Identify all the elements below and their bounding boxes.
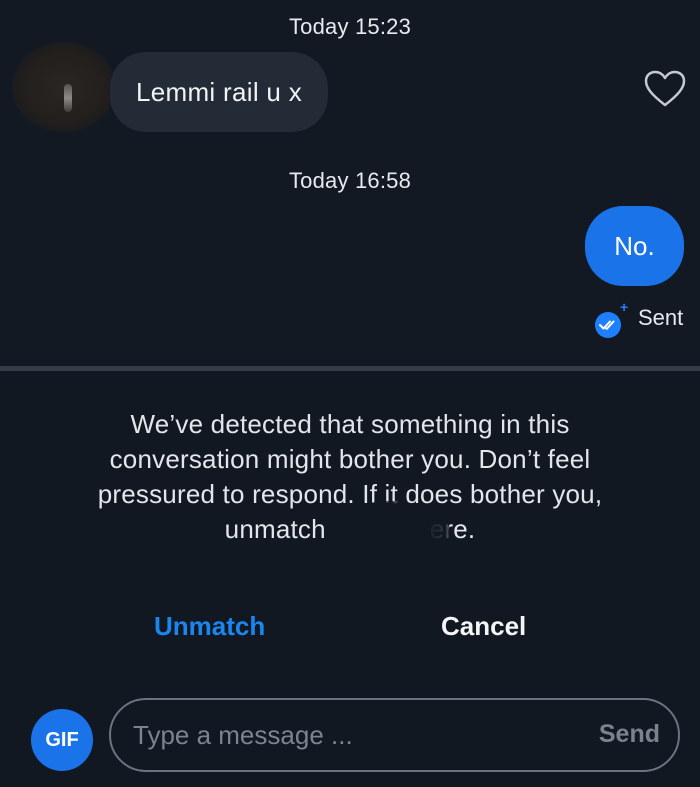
outgoing-message-bubble[interactable]: No. <box>585 206 684 286</box>
double-check-icon <box>595 312 621 338</box>
avatar-detail <box>64 84 72 112</box>
sent-status-label: Sent <box>638 305 684 330</box>
chat-thread: Today 15:23 Lemmi rail u x Today 16:58 N… <box>0 0 700 368</box>
cancel-button[interactable]: Cancel <box>441 611 526 642</box>
delivery-status: + Sent <box>592 299 688 342</box>
incoming-message-bubble[interactable]: Lemmi rail u x <box>110 52 329 132</box>
message-composer[interactable]: Send <box>109 698 680 772</box>
notice-line: pressured to respond. If it does bother … <box>97 479 603 509</box>
incoming-message-text: Lemmi rail u x <box>136 76 303 107</box>
heart-icon[interactable] <box>644 70 686 108</box>
gif-button[interactable]: GIF <box>31 709 93 771</box>
notice-line: conversation might bother you. Don’t fee… <box>109 444 591 474</box>
send-button[interactable]: Send <box>599 720 660 749</box>
message-timestamp: Today 15:23 <box>288 14 412 39</box>
redaction-smudge <box>330 501 450 561</box>
notice-line: We’ve detected that something in this <box>130 409 570 439</box>
plus-icon: + <box>620 299 629 315</box>
message-input[interactable] <box>133 714 553 756</box>
outgoing-message-text: No. <box>614 230 655 261</box>
unmatch-button[interactable]: Unmatch <box>154 611 265 642</box>
message-timestamp: Today 16:58 <box>288 168 412 193</box>
